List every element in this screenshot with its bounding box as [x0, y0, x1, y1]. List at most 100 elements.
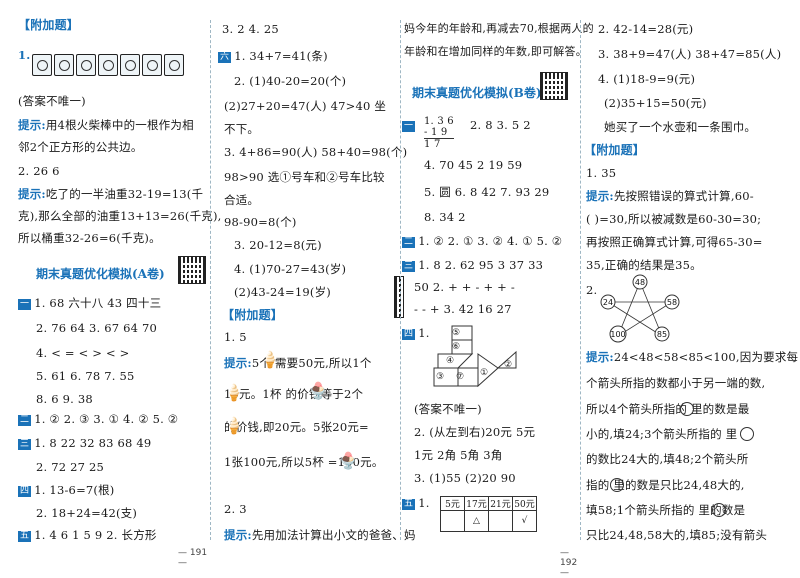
tangram-label: ① [480, 368, 489, 378]
c3-four-3: 1元 2角 5角 3角 [414, 448, 503, 462]
c2-line1: 3. 2 4. 25 [222, 22, 279, 36]
blank-circle-icon [610, 478, 624, 492]
c4-line14: 所以4个箭头所指的 里的数是最 [586, 402, 750, 416]
section-number: 三 [18, 439, 32, 450]
snail-icon [142, 54, 162, 76]
c2-line4: (2)27+20=47(人) 47>40 坐 [224, 99, 387, 113]
star-node-label: 48 [635, 278, 645, 287]
c4-line16: 的数比24大的,填48;2个箭头所 [586, 452, 749, 466]
star-node-label: 24 [603, 298, 613, 307]
c4-line19: 只比24,48,58大的,填85;没有箭头 [586, 528, 768, 542]
c2-line7: 98>90 选①号车和②号车比较 [224, 170, 385, 184]
c2-line12: (2)43-24=19(岁) [234, 285, 331, 299]
ice-cream-icon: 🍦 [224, 416, 244, 435]
c4-fujia: 【附加题】 [584, 143, 646, 157]
tip-text: 用4根火柴棒中的一根作为相 [45, 118, 194, 132]
section-number: 三 [402, 261, 416, 272]
tip-label: 提示: [224, 356, 252, 370]
c4-line15: 小的,填24;3个箭头所指的 里 [586, 427, 738, 441]
c3-vertical-calc: 1. 3 6 - 1 9 1 7 [424, 116, 454, 150]
answer-text: 1. 8 2. 62 95 3 37 33 [418, 258, 544, 272]
c3-three-1: 三 1. 8 2. 62 95 3 37 33 [402, 258, 543, 272]
c3-four-1: 四 1. [402, 326, 430, 340]
tip-text: 先按照错误的算式计算,60- [613, 189, 754, 203]
section-b-title: 期末真题优化模拟(B卷) [412, 86, 542, 100]
q1-label: 1. [18, 48, 31, 62]
c3-one-4: 4. 70 45 2 19 59 [424, 158, 523, 172]
c2-tip2: 提示:先用加法计算出小文的爸爸、妈 [224, 528, 416, 542]
c2-line17: 1张100元,所以5杯 =100元。 [224, 455, 384, 469]
snail-images [32, 54, 186, 80]
c4-line9: 再按照正确算式计算,可得65-30= [586, 235, 763, 249]
tangram-label: ③ [436, 372, 445, 382]
sec-three-1: 三 1. 8 22 32 83 68 49 [18, 436, 151, 450]
c3-one-2: 2. 8 3. 5 2 [470, 118, 531, 132]
c3-one-8: 8. 34 2 [424, 210, 466, 224]
sec-two-1: 二 1. ② 2. ③ 3. ① 4. ② 5. ② [18, 412, 178, 426]
answer-text: 1. 13-6=7(根) [34, 483, 115, 497]
c3-line2: 年龄和在增加同样的年数,即可解答。 [404, 45, 587, 58]
tangram-label: ⑥ [452, 342, 461, 352]
table-cell: √ [512, 510, 537, 532]
c4-line6: 1. 35 [586, 166, 617, 180]
page-number-left: — 191 — [178, 548, 208, 568]
tip-1: 提示:用4根火柴棒中的一根作为相 [18, 118, 194, 132]
c3-three-2: 50 2. + + - + + - [414, 280, 515, 294]
q2: 2. 26 6 [18, 164, 60, 178]
answer-text: 1. ② 2. ③ 3. ① 4. ② 5. ② [34, 412, 179, 426]
answer-note: (答案不唯一) [18, 94, 86, 108]
answer-text: 1. 68 六十八 43 四十三 [34, 296, 162, 310]
tip-1-cont: 邻2个正方形的公共边。 [18, 140, 143, 154]
c4-tip: 提示:先按照错误的算式计算,60- [586, 189, 754, 203]
star-node-label: 100 [610, 330, 625, 339]
table-row: △ √ [440, 510, 537, 532]
ice-cream-icon: 🍦 [224, 383, 244, 402]
drink-cup-icon: 🍨 [308, 381, 328, 400]
tip-2-cont2: 所以桶重32-26=6(千克)。 [18, 231, 161, 245]
c2-line5: 不下。 [224, 122, 260, 136]
c4-line13: 个箭头所指的数都小于另一端的数, [586, 376, 766, 390]
table-header-cell: 17元 [464, 496, 489, 511]
c2-line9: 98-90=8(个) [224, 215, 297, 229]
tip-text: 吃了的一半油重32-19=13(千 [45, 187, 204, 201]
tip-label: 提示: [18, 118, 46, 132]
calc-line: 1. 3 6 [424, 116, 454, 127]
c4-line3: 4. (1)18-9=9(元) [598, 72, 696, 86]
c3-one-5: 5. 圆 6. 8 42 7. 93 29 [424, 185, 550, 199]
sec-one-8: 8. 6 9. 38 [36, 392, 93, 406]
c3-line1: 妈今年的年龄和,再减去70,根据两人的 [404, 22, 594, 35]
table-row: 5元 17元 21元 50元 [440, 496, 537, 511]
price-table: 5元 17元 21元 50元 △ √ [440, 496, 537, 532]
c2-tip: 提示:5个 需要50元,所以1个 [224, 356, 372, 370]
tip-label: 提示: [224, 528, 252, 542]
tangram-label: ⑤ [452, 328, 461, 338]
c2-line10: 3. 20-12=8(元) [234, 238, 322, 252]
answer-text: 1. [418, 496, 430, 510]
section-number: 五 [402, 499, 416, 510]
calc-line: 1 7 [424, 138, 454, 150]
column-3: 妈今年的年龄和,再减去70,根据两人的 年龄和在增加同样的年数,即可解答。 期末… [400, 0, 594, 578]
tip-label: 提示: [586, 350, 614, 364]
c3-one-1: 一 [402, 118, 418, 132]
c2-line13: 1. 5 [224, 330, 247, 344]
c3-two-1: 二 1. ② 2. ① 3. ② 4. ① 5. ② [402, 234, 562, 248]
sec-one-5: 5. 61 6. 78 7. 55 [36, 369, 135, 383]
c4-line2: 3. 38+9=47(人) 38+47=85(人) [598, 47, 782, 61]
c4-line8: ( )=30,所以被减数是60-30=30; [586, 212, 762, 226]
blank-circle-icon [680, 402, 694, 416]
page-number-right: — 192 — [560, 548, 578, 578]
sec-three-2: 2. 72 27 25 [36, 460, 105, 474]
star-diagram: 48 24 58 100 85 [600, 274, 680, 343]
ice-cream-icon: 🍦 [260, 350, 280, 369]
c2-fujia: 【附加题】 [222, 308, 284, 322]
section-number: 五 [18, 531, 32, 542]
tangram-label: ⑦ [456, 372, 465, 382]
section-number: 六 [218, 52, 232, 63]
c3-four-2: 2. (从左到右)20元 5元 [414, 425, 536, 439]
c3-four-4: 3. (1)55 (2)20 90 [414, 471, 516, 485]
section-number: 四 [402, 329, 416, 340]
c2-line15: 10元。1杯 的价钱等于2个 [224, 387, 364, 401]
sec-four-1: 四 1. 13-6=7(根) [18, 483, 115, 497]
tip-text: 24<48<58<85<100,因为要求每 [613, 350, 799, 364]
blank-circle-icon [740, 427, 754, 441]
